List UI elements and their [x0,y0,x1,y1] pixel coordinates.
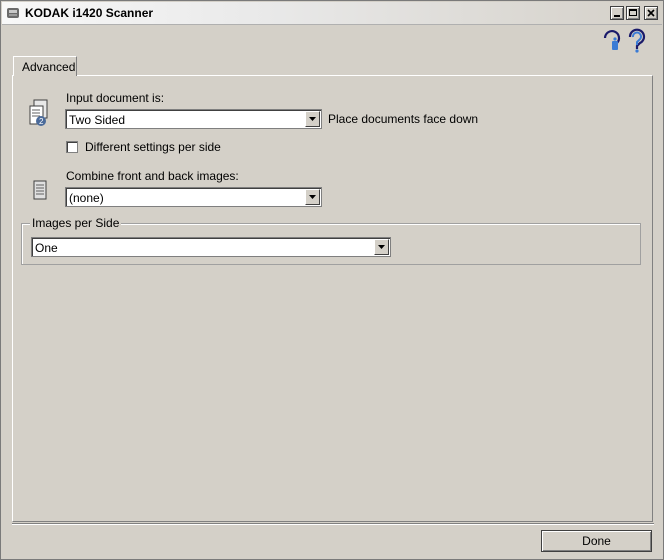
images-per-side-legend: Images per Side [30,216,122,230]
input-document-label: Input document is: [66,91,165,105]
input-document-dropdown-button[interactable] [305,111,320,127]
minimize-icon [614,15,620,17]
chevron-down-icon [309,195,316,199]
combine-images-select[interactable]: (none) [65,187,322,207]
tab-advanced-label: Advanced [22,60,76,74]
help-icon[interactable] [626,28,648,54]
scanner-app-icon [7,8,19,18]
images-per-side-dropdown-button[interactable] [374,239,389,255]
input-document-select[interactable]: Two Sided [65,109,322,129]
combine-images-label: Combine front and back images: [66,169,239,183]
chevron-down-icon [309,117,316,121]
svg-text:2: 2 [39,117,44,126]
two-sided-document-icon: 2 [29,99,48,126]
tab-advanced[interactable]: Advanced [13,56,77,76]
combine-images-dropdown-button[interactable] [305,189,320,205]
scanner-window: KODAK i1420 Scanner Advanced 2 Input doc… [0,0,664,560]
close-icon [647,9,655,17]
input-document-value: Two Sided [69,113,126,127]
minimize-button[interactable] [610,6,624,20]
footer-divider [12,523,654,525]
images-per-side-select[interactable]: One [31,237,391,257]
single-document-icon [33,180,47,200]
window-title: KODAK i1420 Scanner [25,6,154,20]
close-button[interactable] [644,6,658,20]
done-button[interactable]: Done [541,530,652,552]
maximize-button[interactable] [626,6,640,20]
images-per-side-value: One [35,241,58,255]
info-help-icon[interactable] [601,28,623,54]
combine-images-value: (none) [69,191,104,205]
different-settings-checkbox[interactable] [66,141,78,153]
title-bar[interactable]: KODAK i1420 Scanner [2,2,662,25]
maximize-icon [629,9,637,16]
chevron-down-icon [378,245,385,249]
input-document-hint: Place documents face down [328,112,479,126]
different-settings-label[interactable]: Different settings per side [85,140,221,154]
